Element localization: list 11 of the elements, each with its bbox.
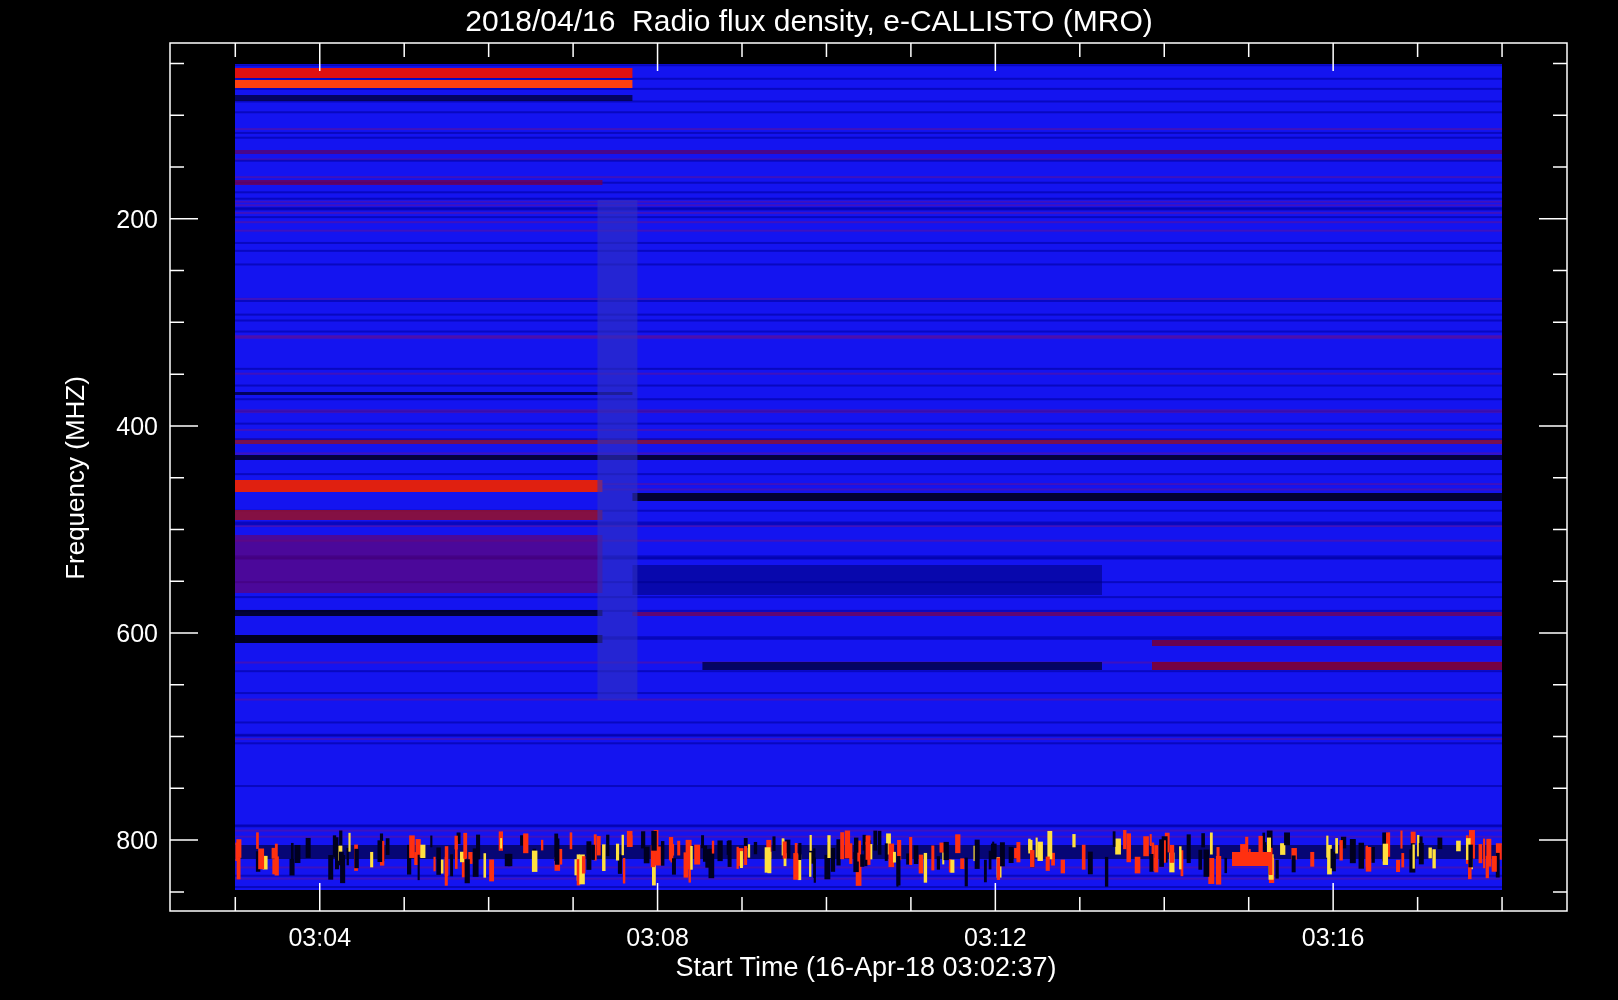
- y-tick-label: 800: [116, 826, 158, 855]
- y-tick-label: 200: [116, 204, 158, 233]
- y-tick-label: 600: [116, 619, 158, 647]
- x-tick-label: 03:08: [626, 923, 689, 951]
- x-tick-label: 03:12: [964, 923, 1027, 951]
- y-tick-label: 400: [116, 411, 158, 440]
- chart-title: 2018/04/16 Radio flux density, e-CALLISTO (MRO): [465, 4, 1153, 37]
- x-tick-label: 03:04: [288, 923, 352, 951]
- x-axis-label: Start Time (16-Apr-18 03:02:37): [675, 952, 1057, 982]
- x-tick-label: 03:16: [1301, 923, 1365, 951]
- y-axis-label: Frequency (MHZ): [60, 376, 90, 580]
